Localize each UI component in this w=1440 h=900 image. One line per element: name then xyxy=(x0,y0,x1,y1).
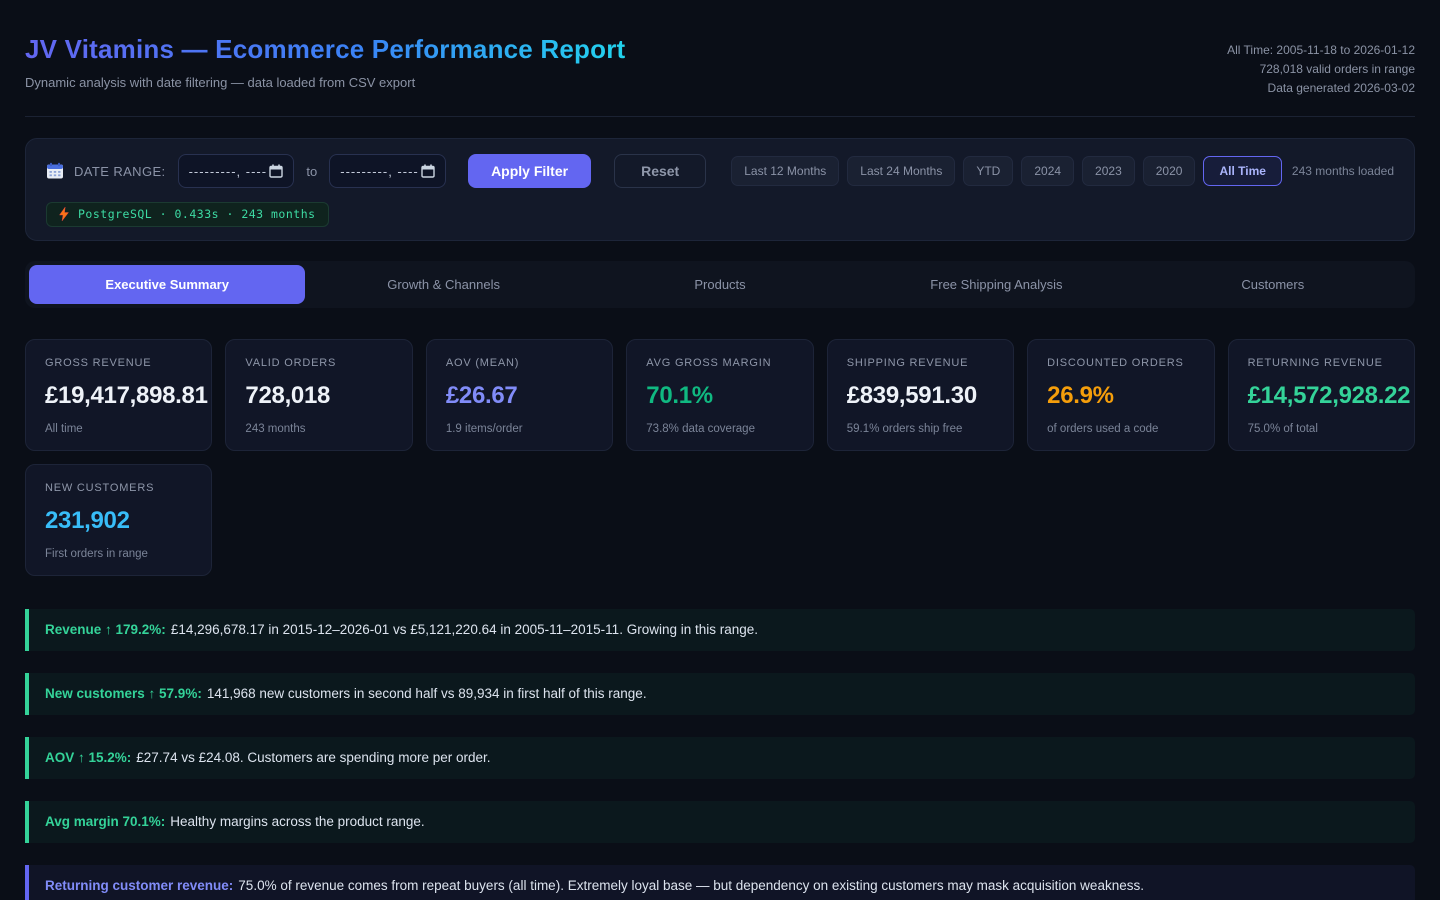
start-date-input[interactable]: ---------, ---- xyxy=(178,154,295,188)
quick-filter-2023[interactable]: 2023 xyxy=(1082,156,1135,186)
months-loaded-status: 243 months loaded xyxy=(1292,164,1394,178)
kpi-label: VALID ORDERS xyxy=(245,357,392,369)
kpi-card-aov-mean: AOV (MEAN) £26.67 1.9 items/order xyxy=(426,339,613,451)
kpi-value: 26.9% xyxy=(1047,382,1194,410)
quick-filter-last-12-months[interactable]: Last 12 Months xyxy=(731,156,839,186)
kpi-label: NEW CUSTOMERS xyxy=(45,482,192,494)
kpi-subtext: 1.9 items/order xyxy=(446,423,593,435)
kpi-card-shipping-revenue: SHIPPING REVENUE £839,591.30 59.1% order… xyxy=(827,339,1014,451)
page-subtitle: Dynamic analysis with date filtering — d… xyxy=(25,75,625,90)
kpi-subtext: All time xyxy=(45,423,192,435)
kpi-value: £19,417,898.81 xyxy=(45,382,192,410)
kpi-value: 70.1% xyxy=(646,382,793,410)
date-filter-bar: DATE RANGE: ---------, ---- to ---------… xyxy=(25,138,1415,241)
kpi-label: RETURNING REVENUE xyxy=(1248,357,1395,369)
date-filter-row: DATE RANGE: ---------, ---- to ---------… xyxy=(46,154,1394,188)
kpi-value: 728,018 xyxy=(245,382,392,410)
insight-lead: Revenue ↑ 179.2%: xyxy=(45,622,166,637)
tab-executive-summary[interactable]: Executive Summary xyxy=(29,265,305,304)
start-date-placeholder: ---------, ---- xyxy=(189,164,268,179)
apply-filter-button[interactable]: Apply Filter xyxy=(468,154,591,188)
tab-growth-channels[interactable]: Growth & Channels xyxy=(305,265,581,304)
kpi-subtext: 73.8% data coverage xyxy=(646,423,793,435)
date-range-label: DATE RANGE: xyxy=(74,164,166,179)
kpi-subtext: 243 months xyxy=(245,423,392,435)
kpi-card-valid-orders: VALID ORDERS 728,018 243 months xyxy=(225,339,412,451)
insight-text: 75.0% of revenue comes from repeat buyer… xyxy=(238,878,1144,893)
kpi-label: AVG GROSS MARGIN xyxy=(646,357,793,369)
insight-lead: New customers ↑ 57.9%: xyxy=(45,686,202,701)
insight-text: £14,296,678.17 in 2015-12–2026-01 vs £5,… xyxy=(171,622,758,637)
insight-avg-margin: Avg margin 70.1%: Healthy margins across … xyxy=(25,801,1415,843)
kpi-value: £14,572,928.22 xyxy=(1248,382,1395,410)
insights-list: Revenue ↑ 179.2%: £14,296,678.17 in 2015-… xyxy=(25,609,1415,900)
kpi-grid: GROSS REVENUE £19,417,898.81 All time VA… xyxy=(25,339,1415,576)
insight-text: £27.74 vs £24.08. Customers are spending… xyxy=(136,750,490,765)
meta-valid-orders: 728,018 valid orders in range xyxy=(1227,60,1415,79)
kpi-value: 231,902 xyxy=(45,507,192,535)
quick-filter-2024[interactable]: 2024 xyxy=(1021,156,1074,186)
kpi-label: DISCOUNTED ORDERS xyxy=(1047,357,1194,369)
kpi-label: AOV (MEAN) xyxy=(446,357,593,369)
insight-lead: Returning customer revenue: xyxy=(45,878,233,893)
insight-revenue-growth: Revenue ↑ 179.2%: £14,296,678.17 in 2015-… xyxy=(25,609,1415,651)
calendar-icon xyxy=(46,162,64,180)
header-left: JV Vitamins — Ecommerce Performance Repo… xyxy=(25,34,625,90)
kpi-label: SHIPPING REVENUE xyxy=(847,357,994,369)
kpi-card-gross-revenue: GROSS REVENUE £19,417,898.81 All time xyxy=(25,339,212,451)
insight-lead: Avg margin 70.1%: xyxy=(45,814,165,829)
kpi-label: GROSS REVENUE xyxy=(45,357,192,369)
quick-filter-group: Last 12 Months Last 24 Months YTD 2024 2… xyxy=(731,156,1282,186)
insight-aov: AOV ↑ 15.2%: £27.74 vs £24.08. Customers … xyxy=(25,737,1415,779)
kpi-card-returning-revenue: RETURNING REVENUE £14,572,928.22 75.0% o… xyxy=(1228,339,1415,451)
section-tabs: Executive Summary Growth & Channels Prod… xyxy=(25,261,1415,308)
calendar-icon xyxy=(269,164,283,178)
tab-free-shipping-analysis[interactable]: Free Shipping Analysis xyxy=(858,265,1134,304)
kpi-subtext: 59.1% orders ship free xyxy=(847,423,994,435)
kpi-value: £26.67 xyxy=(446,382,593,410)
query-status-text: PostgreSQL · 0.433s · 243 months xyxy=(78,207,316,221)
kpi-value: £839,591.30 xyxy=(847,382,994,410)
end-date-placeholder: ---------, ---- xyxy=(340,164,419,179)
reset-button[interactable]: Reset xyxy=(614,154,706,188)
kpi-subtext: of orders used a code xyxy=(1047,423,1194,435)
query-status-badge: PostgreSQL · 0.433s · 243 months xyxy=(46,202,329,227)
kpi-card-discounted-orders: DISCOUNTED ORDERS 26.9% of orders used a… xyxy=(1027,339,1214,451)
insight-text: Healthy margins across the product range… xyxy=(170,814,424,829)
kpi-card-new-customers: NEW CUSTOMERS 231,902 First orders in ra… xyxy=(25,464,212,576)
tab-products[interactable]: Products xyxy=(582,265,858,304)
insight-new-customers: New customers ↑ 57.9%: 141,968 new custom… xyxy=(25,673,1415,715)
to-label: to xyxy=(304,164,319,179)
insight-text: 141,968 new customers in second half vs … xyxy=(207,686,647,701)
quick-filter-ytd[interactable]: YTD xyxy=(963,156,1013,186)
kpi-card-avg-gross-margin: AVG GROSS MARGIN 70.1% 73.8% data covera… xyxy=(626,339,813,451)
header-meta: All Time: 2005-11-18 to 2026-01-12 728,0… xyxy=(1227,34,1415,98)
quick-filter-2020[interactable]: 2020 xyxy=(1143,156,1196,186)
meta-generated-date: Data generated 2026-03-02 xyxy=(1227,79,1415,98)
insight-lead: AOV ↑ 15.2%: xyxy=(45,750,131,765)
meta-date-range: All Time: 2005-11-18 to 2026-01-12 xyxy=(1227,41,1415,60)
lightning-icon xyxy=(59,207,69,221)
tab-customers[interactable]: Customers xyxy=(1135,265,1411,304)
report-header: JV Vitamins — Ecommerce Performance Repo… xyxy=(25,0,1415,117)
kpi-subtext: First orders in range xyxy=(45,548,192,560)
report-page: JV Vitamins — Ecommerce Performance Repo… xyxy=(0,0,1440,900)
page-title: JV Vitamins — Ecommerce Performance Repo… xyxy=(25,34,625,64)
kpi-subtext: 75.0% of total xyxy=(1248,423,1395,435)
insight-returning-customer-revenue: Returning customer revenue: 75.0% of reve… xyxy=(25,865,1415,900)
end-date-input[interactable]: ---------, ---- xyxy=(329,154,446,188)
calendar-icon xyxy=(421,164,435,178)
quick-filter-last-24-months[interactable]: Last 24 Months xyxy=(847,156,955,186)
quick-filter-all-time[interactable]: All Time xyxy=(1203,156,1281,186)
